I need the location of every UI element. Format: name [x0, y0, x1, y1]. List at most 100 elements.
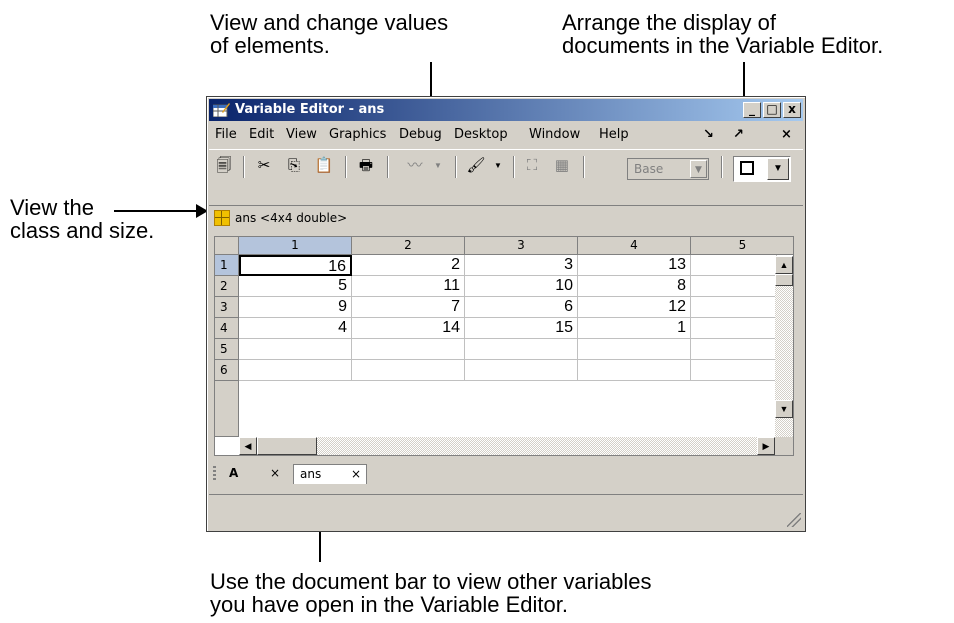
menu-edit[interactable]: Edit: [249, 127, 274, 142]
chevron-down-icon[interactable]: ▼: [690, 160, 707, 178]
row-header[interactable]: 1: [215, 255, 239, 276]
paste-icon[interactable]: 📋: [313, 155, 335, 177]
document-tab-a[interactable]: A ×: [223, 464, 285, 484]
grid-cell[interactable]: 16: [239, 255, 352, 276]
variable-grid[interactable]: 1 2 3 4 5 1 2 3 4 5 6 16 2 3 13 5 11 10 …: [214, 236, 794, 456]
select-all-corner[interactable]: [215, 237, 239, 255]
brush-dropdown-icon[interactable]: ▼: [491, 155, 505, 177]
minimize-button[interactable]: _: [743, 102, 761, 118]
grid-cell[interactable]: 13: [578, 255, 691, 276]
row-header[interactable]: 5: [215, 339, 239, 360]
close-dock-icon[interactable]: ×: [781, 127, 792, 142]
print-icon[interactable]: 🖶: [355, 155, 377, 177]
grid-cell[interactable]: 1: [578, 318, 691, 339]
scroll-right-button[interactable]: ▶: [757, 437, 775, 455]
grid-cell[interactable]: 12: [578, 297, 691, 318]
close-button[interactable]: x: [783, 102, 801, 118]
maximize-dock-icon[interactable]: ↗: [733, 127, 744, 142]
vertical-scrollbar[interactable]: ▲ ▼: [775, 256, 793, 438]
close-tab-icon[interactable]: ×: [351, 465, 361, 484]
maximize-button[interactable]: □: [763, 102, 781, 118]
grid-cell[interactable]: [578, 339, 691, 360]
plot-dropdown-icon[interactable]: ▼: [431, 155, 445, 177]
grid-cell[interactable]: 7: [352, 297, 465, 318]
menu-debug[interactable]: Debug: [399, 127, 442, 142]
grid-cell[interactable]: [352, 360, 465, 381]
row-header[interactable]: 2: [215, 276, 239, 297]
title-bar[interactable]: Variable Editor - ans _ □ x: [209, 99, 803, 121]
grid-cell[interactable]: 6: [465, 297, 578, 318]
arrange-annotation: Arrange the display of documents in the …: [562, 11, 883, 57]
horizontal-scroll-thumb[interactable]: [257, 437, 317, 455]
grid-cell[interactable]: 9: [239, 297, 352, 318]
menu-help[interactable]: Help: [599, 127, 629, 142]
toolbar-separator: [513, 156, 515, 178]
row-header[interactable]: 6: [215, 360, 239, 381]
grid-cell[interactable]: 8: [578, 276, 691, 297]
grid-cell[interactable]: [691, 339, 777, 360]
grid-cell[interactable]: [239, 360, 352, 381]
plot-icon[interactable]: 〰: [399, 155, 431, 177]
grid-cell[interactable]: 14: [352, 318, 465, 339]
grid-cell[interactable]: [465, 339, 578, 360]
menu-file[interactable]: File: [215, 127, 237, 142]
undock-icon[interactable]: ↘: [703, 127, 714, 142]
cut-icon[interactable]: ✂: [253, 155, 275, 177]
status-bar: [209, 494, 803, 529]
grid-cell[interactable]: [691, 276, 777, 297]
values-annotation: View and change values of elements.: [210, 11, 448, 57]
column-header[interactable]: 2: [352, 237, 465, 255]
grid-cell[interactable]: 10: [465, 276, 578, 297]
toolbar-separator: [243, 156, 245, 178]
menu-view[interactable]: View: [286, 127, 317, 142]
chevron-down-icon[interactable]: ▼: [767, 158, 789, 180]
grid-cell[interactable]: [691, 318, 777, 339]
column-header[interactable]: 5: [691, 237, 793, 255]
grid-cell[interactable]: 11: [352, 276, 465, 297]
grid-cell[interactable]: 15: [465, 318, 578, 339]
document-bar-annotation: Use the document bar to view other varia…: [210, 570, 651, 616]
column-header[interactable]: 1: [239, 237, 352, 255]
toolbar-separator: [721, 156, 723, 178]
grid-cell[interactable]: [691, 255, 777, 276]
grid-cell[interactable]: 3: [465, 255, 578, 276]
drag-grip-icon[interactable]: [213, 466, 216, 482]
row-header-filler: [215, 381, 239, 437]
grid-cell[interactable]: [691, 360, 777, 381]
column-header[interactable]: 4: [578, 237, 691, 255]
scroll-down-button[interactable]: ▼: [775, 400, 793, 418]
horizontal-scrollbar[interactable]: ◀ ▶: [239, 437, 775, 455]
menu-graphics[interactable]: Graphics: [329, 127, 386, 142]
scroll-left-button[interactable]: ◀: [239, 437, 257, 455]
menu-window[interactable]: Window: [529, 127, 580, 142]
base-select-label: Base: [634, 162, 664, 176]
arrange-documents-button[interactable]: ▼: [733, 156, 791, 182]
grid-cell[interactable]: [691, 297, 777, 318]
annotation-line: View the: [10, 195, 94, 220]
grid-cell[interactable]: [465, 360, 578, 381]
column-header[interactable]: 3: [465, 237, 578, 255]
scroll-up-button[interactable]: ▲: [775, 256, 793, 274]
row-header[interactable]: 3: [215, 297, 239, 318]
layout-icon[interactable]: ▦: [551, 155, 573, 177]
grid-cell[interactable]: [352, 339, 465, 360]
annotation-line: Arrange the display of: [562, 10, 777, 35]
grid-cell[interactable]: [239, 339, 352, 360]
resize-grip-icon[interactable]: [787, 513, 801, 527]
single-pane-icon: [740, 161, 754, 175]
grid-cell[interactable]: 2: [352, 255, 465, 276]
row-header[interactable]: 4: [215, 318, 239, 339]
grid-cell[interactable]: 5: [239, 276, 352, 297]
document-tab-ans[interactable]: ans ×: [293, 464, 367, 484]
base-select[interactable]: Base ▼: [627, 158, 709, 180]
import-data-icon[interactable]: 🗐: [213, 155, 235, 177]
brush-icon[interactable]: 🖌: [465, 155, 487, 177]
document-tab-label: A: [229, 466, 239, 480]
vertical-scroll-thumb[interactable]: [775, 274, 793, 286]
grid-cell[interactable]: 4: [239, 318, 352, 339]
copy-icon[interactable]: ⎘: [283, 155, 305, 177]
close-tab-icon[interactable]: ×: [270, 464, 280, 483]
grid-cell[interactable]: [578, 360, 691, 381]
menu-desktop[interactable]: Desktop: [454, 127, 508, 142]
link-icon[interactable]: ⛶: [521, 155, 543, 177]
